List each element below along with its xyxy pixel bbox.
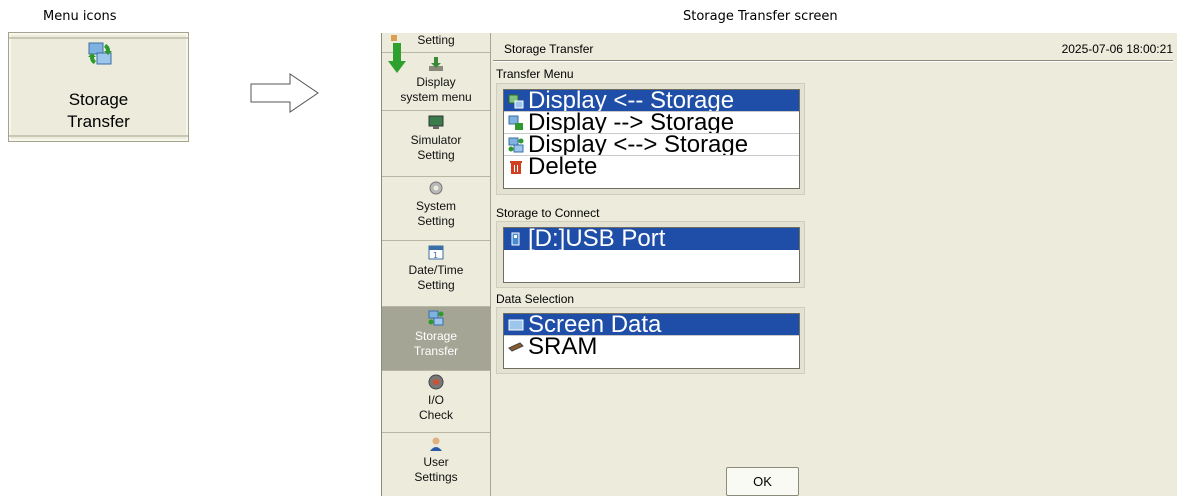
list-item[interactable]: Delete (504, 156, 799, 178)
sidebar-item-label: Setting (417, 214, 455, 228)
display-from-storage-icon (508, 94, 524, 108)
sidebar-item-label: User (423, 455, 449, 469)
list-item[interactable]: [D:]USB Port (504, 228, 799, 250)
list-item[interactable]: Display <--> Storage (504, 134, 799, 156)
divider (9, 37, 188, 39)
list-item-label: Display <-- Storage (528, 90, 735, 112)
sidebar-item-label: Setting (417, 278, 455, 292)
right-arrow-icon (250, 73, 319, 113)
sidebar-item-label: System (415, 199, 456, 213)
list-item-label: [D:]USB Port (528, 228, 666, 250)
gear-icon (429, 181, 443, 195)
transfer-menu-list: Display <-- Storage Display --> Storage (503, 89, 800, 189)
sidebar-item-io-check[interactable]: I/O Check (382, 371, 490, 433)
data-selection-label: Data Selection (496, 292, 575, 306)
main-panel: Storage Transfer 2025-07-06 18:00:21 Tra… (493, 33, 1177, 496)
usb-icon (511, 232, 520, 246)
list-item[interactable]: Display --> Storage (504, 112, 799, 134)
data-selection-panel: Screen Data SRAM (496, 307, 805, 374)
screen-data-icon (508, 319, 524, 330)
sidebar: Setting Display system menu Simulator Se… (382, 33, 491, 496)
list-item[interactable]: Screen Data (504, 314, 799, 336)
sidebar-item-user-settings[interactable]: User Settings (382, 433, 490, 496)
page-title: Storage Transfer (504, 42, 594, 56)
storage-transfer-screen: Setting Display system menu Simulator Se… (381, 33, 1177, 496)
download-icon (429, 57, 443, 71)
display-both-storage-icon (508, 137, 524, 152)
transfer-menu-panel: Display <-- Storage Display --> Storage (496, 83, 805, 195)
storage-to-connect-panel: [D:]USB Port (496, 221, 805, 288)
list-item[interactable]: Display <-- Storage (504, 90, 799, 112)
storage-transfer-icon (428, 310, 444, 326)
ok-button[interactable]: OK (726, 467, 799, 496)
storage-to-connect-label: Storage to Connect (496, 206, 600, 220)
sidebar-item-label: Simulator (410, 133, 462, 147)
sidebar-item-label: Storage (414, 329, 458, 343)
menu-icons-caption: Menu icons (43, 9, 117, 24)
list-item-label: Screen Data (528, 314, 662, 336)
storage-to-connect-list: [D:]USB Port (503, 227, 800, 283)
menu-icon-label: Storage Transfer (9, 89, 188, 133)
storage-transfer-menu-icon[interactable]: Storage Transfer (8, 32, 189, 142)
divider (493, 60, 1173, 62)
sidebar-item-label: I/O (427, 393, 444, 407)
list-item[interactable]: SRAM (504, 336, 799, 358)
data-selection-list: Screen Data SRAM (503, 313, 800, 369)
datetime: 2025-07-06 18:00:21 (1061, 42, 1173, 56)
trash-icon (510, 161, 522, 174)
divider (9, 135, 188, 137)
sidebar-item-label: Check (418, 408, 453, 422)
sram-icon (508, 342, 524, 352)
sidebar-item-label: system menu (400, 90, 472, 104)
display-to-storage-icon (508, 115, 523, 130)
sidebar-item-storage-transfer[interactable]: Storage Transfer (382, 307, 490, 371)
list-item-label: Display --> Storage (528, 112, 735, 134)
sidebar-item-label: Date/Time (408, 263, 464, 277)
simulator-icon (428, 115, 444, 129)
sidebar-item-date-time-setting[interactable]: 1 Date/Time Setting (382, 241, 490, 307)
svg-text:1: 1 (433, 251, 438, 260)
list-item-label: SRAM (528, 336, 598, 358)
list-item-label: Delete (528, 156, 598, 178)
sidebar-item-label: Settings (414, 470, 458, 484)
list-item-label: Display <--> Storage (528, 134, 749, 156)
menu-icon-label-line2: Transfer (67, 112, 130, 131)
sidebar-item-label: Setting (417, 148, 455, 162)
sidebar-item-label: Display (416, 75, 456, 89)
sidebar-item-label: Transfer (413, 344, 459, 358)
menu-icon-label-line1: Storage (68, 90, 129, 109)
user-icon (430, 437, 442, 451)
sidebar-item-simulator-setting[interactable]: Simulator Setting (382, 111, 490, 177)
calendar-icon: 1 (428, 245, 444, 260)
screen-caption: Storage Transfer screen (683, 9, 838, 24)
sidebar-item-display-system-menu[interactable]: Display system menu (382, 53, 490, 111)
storage-transfer-icon (88, 42, 112, 65)
io-check-icon (428, 374, 444, 390)
title-bar: Storage Transfer 2025-07-06 18:00:21 (493, 33, 1173, 62)
transfer-menu-label: Transfer Menu (496, 67, 574, 81)
sidebar-item-system-setting[interactable]: System Setting (382, 177, 490, 241)
